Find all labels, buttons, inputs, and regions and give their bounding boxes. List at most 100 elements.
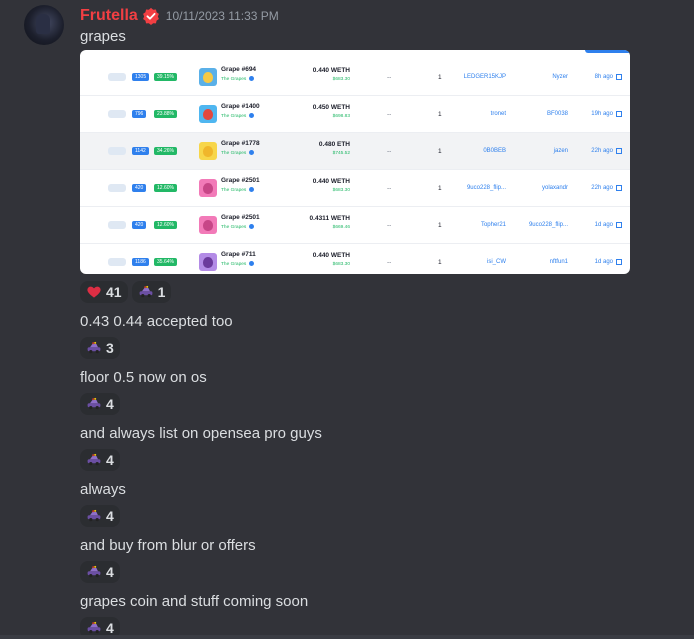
rarity-icon [108, 221, 126, 229]
royalty-value: -- [387, 110, 392, 118]
rarity-percent-badge: 39.15% [154, 73, 177, 81]
sale-usd: $683.30 [332, 77, 350, 82]
reaction-grape-car[interactable]: 1 [131, 281, 172, 303]
reaction-grape-car[interactable]: 4 [80, 505, 120, 527]
nft-thumbnail[interactable] [199, 179, 217, 197]
reaction-bar: 4 [80, 561, 120, 583]
reaction-count: 41 [106, 284, 122, 300]
nft-thumbnail[interactable] [199, 142, 217, 160]
sale-row[interactable]: 420 12.60% Grape #2501 The Grapes 0.4311… [80, 207, 630, 244]
seller-link[interactable]: 9uco228_flip... [442, 185, 506, 191]
buyer-link[interactable]: nftfun1 [510, 259, 568, 265]
message-text: and buy from blur or offers [80, 537, 256, 554]
collection-name[interactable]: The Grapes [221, 224, 254, 230]
time-ago-link[interactable]: 19h ago [575, 111, 613, 117]
rank-badge: 1305 [132, 73, 150, 81]
seller-link[interactable]: isi_CW [442, 259, 506, 265]
collection-verified-icon [248, 224, 254, 229]
buyer-link[interactable]: jazen [510, 148, 568, 154]
grape-face-icon [203, 71, 213, 83]
reaction-grape-car[interactable]: 4 [80, 561, 120, 583]
collection-name[interactable]: The Grapes [221, 187, 254, 193]
nft-name[interactable]: Grape #711 [221, 251, 256, 258]
time-ago-link[interactable]: 22h ago [575, 185, 613, 191]
grape-face-icon [203, 182, 213, 194]
buyer-link[interactable]: 9uco228_flip... [510, 222, 568, 228]
username[interactable]: Frutella [80, 7, 138, 25]
seller-link[interactable]: tronet [442, 111, 506, 117]
sale-row[interactable]: 420 12.60% Grape #2501 The Grapes 0.440 … [80, 170, 630, 207]
external-link-icon[interactable] [616, 74, 622, 80]
seller-link[interactable]: Topher21 [442, 222, 506, 228]
embed-top-accent [585, 50, 630, 53]
nft-thumbnail[interactable] [199, 105, 217, 123]
grape-face-icon [203, 219, 213, 231]
scroll-edge [0, 635, 694, 639]
sale-price: 0.440 WETH [312, 67, 350, 74]
collection-name[interactable]: The Grapes [221, 76, 254, 82]
sale-usd: $698.83 [332, 114, 350, 119]
seller-link[interactable]: LEDGER15KJP [442, 74, 506, 80]
message-text: floor 0.5 now on os [80, 369, 207, 386]
collection-verified-icon [248, 150, 254, 155]
collection-verified-icon [248, 113, 254, 118]
reaction-heart[interactable]: 41 [80, 281, 128, 303]
sale-row[interactable]: 1186 35.64% Grape #711 The Grapes 0.440 … [80, 244, 630, 274]
royalty-value: -- [387, 147, 392, 155]
buyer-link[interactable]: BF0038 [510, 111, 568, 117]
sale-row[interactable]: 1305 39.15% Grape #694 The Grapes 0.440 … [80, 59, 630, 96]
external-link-icon[interactable] [616, 185, 622, 191]
sale-price: 0.440 WETH [312, 178, 350, 185]
buyer-link[interactable]: yolaxandr [510, 185, 568, 191]
time-ago-link[interactable]: 22h ago [575, 148, 613, 154]
sale-usd: $669.46 [332, 225, 350, 230]
external-link-icon[interactable] [616, 148, 622, 154]
external-link-icon[interactable] [616, 111, 622, 117]
user-avatar[interactable] [24, 5, 64, 45]
rarity-icon [108, 110, 126, 118]
royalty-value: -- [387, 184, 392, 192]
nft-name[interactable]: Grape #1778 [221, 140, 260, 147]
collection-name[interactable]: The Grapes [221, 113, 254, 119]
time-ago-link[interactable]: 1d ago [575, 259, 613, 265]
reaction-count: 3 [106, 340, 114, 356]
reaction-grape-car[interactable]: 3 [80, 337, 120, 359]
collection-name[interactable]: The Grapes [221, 150, 254, 156]
nft-thumbnail[interactable] [199, 253, 217, 271]
time-ago-link[interactable]: 8h ago [575, 74, 613, 80]
sale-row[interactable]: 796 23.88% Grape #1400 The Grapes 0.450 … [80, 96, 630, 133]
sale-price: 0.450 WETH [312, 104, 350, 111]
reaction-count: 4 [106, 396, 114, 412]
seller-link[interactable]: 0B0BEB [442, 148, 506, 154]
collection-name[interactable]: The Grapes [221, 261, 254, 267]
sale-row[interactable]: 1142 34.26% Grape #1778 The Grapes 0.480… [80, 133, 630, 170]
heart-icon [87, 286, 101, 298]
nft-name[interactable]: Grape #2501 [221, 214, 260, 221]
nft-thumbnail[interactable] [199, 216, 217, 234]
rarity-percent-badge: 12.60% [154, 184, 177, 192]
reaction-bar: 4 [80, 505, 120, 527]
nft-name[interactable]: Grape #1400 [221, 103, 260, 110]
rarity-icon [108, 184, 126, 192]
nft-thumbnail[interactable] [199, 68, 217, 86]
message-text: always [80, 481, 126, 498]
time-ago-link[interactable]: 1d ago [575, 222, 613, 228]
reaction-grape-car[interactable]: 4 [80, 393, 120, 415]
nft-name[interactable]: Grape #694 [221, 66, 256, 73]
buyer-link[interactable]: Nyzer [510, 74, 568, 80]
rank-badge: 420 [132, 221, 147, 229]
external-link-icon[interactable] [616, 259, 622, 265]
royalty-value: -- [387, 258, 392, 266]
sales-screenshot-embed[interactable]: 1305 39.15% Grape #694 The Grapes 0.440 … [80, 50, 630, 274]
sale-usd: $683.30 [332, 188, 350, 193]
rarity-icon [108, 73, 126, 81]
grape-car-emoji-icon [87, 621, 101, 634]
rarity-percent-badge: 12.60% [154, 221, 177, 229]
nft-name[interactable]: Grape #2501 [221, 177, 260, 184]
rank-badge: 420 [132, 184, 147, 192]
reaction-grape-car[interactable]: 4 [80, 449, 120, 471]
external-link-icon[interactable] [616, 222, 622, 228]
reaction-count: 4 [106, 564, 114, 580]
reaction-bar: 3 [80, 337, 120, 359]
sale-price: 0.440 WETH [312, 252, 350, 259]
